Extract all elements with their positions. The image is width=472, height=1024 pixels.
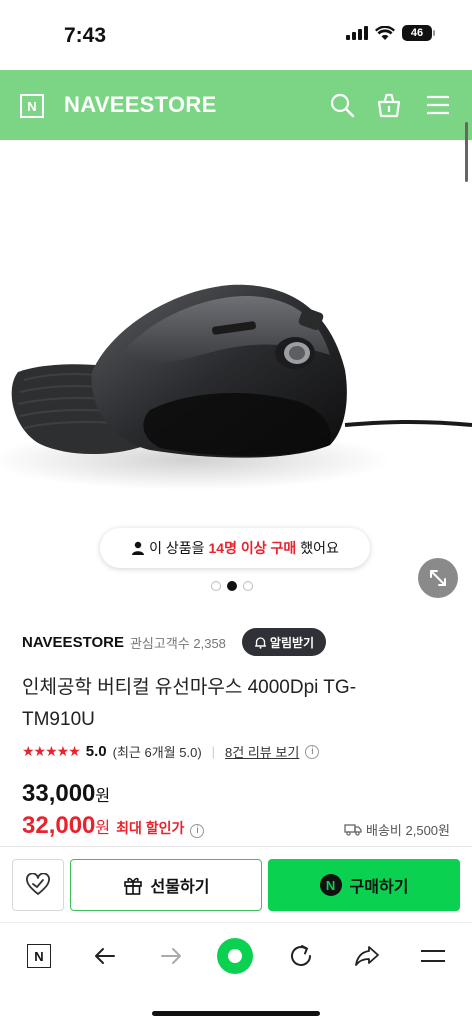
naver-logo: N [27, 944, 51, 968]
site-header: N NAVEESTORE [0, 70, 472, 140]
rating-row: ★★★★★ 5.0 (최근 6개월 5.0) | 8건 리뷰 보기 i [22, 742, 320, 761]
menu-icon[interactable] [425, 92, 451, 118]
original-price-unit: 원 [95, 788, 111, 805]
expand-image-button[interactable] [418, 558, 458, 598]
scrollbar[interactable] [465, 122, 468, 182]
store-row: NAVEESTORE 관심고객수 2,358 알림받기 [22, 628, 327, 656]
purchase-count-suffix: 했어요 [300, 540, 339, 556]
share-icon[interactable] [352, 941, 382, 971]
sale-price-value: 32,000 [22, 812, 96, 839]
purchase-count-badge: 이 상품을 14명 이상 구매 했어요 [100, 528, 370, 568]
status-time: 7:43 [64, 24, 107, 47]
shipping-fee-text: 배송비 2,500원 [366, 823, 450, 838]
carousel-dot[interactable] [243, 581, 253, 591]
green-dot-icon[interactable] [216, 937, 254, 975]
rating-score: 5.0 [85, 743, 107, 760]
divider: | [211, 744, 216, 759]
product-image-carousel[interactable]: 이 상품을 14명 이상 구매 했어요 [0, 140, 472, 610]
original-price: 33,000원 [22, 780, 110, 808]
person-icon [132, 541, 145, 555]
max-discount-label: 최대 할인가 [116, 820, 185, 836]
search-icon[interactable] [329, 92, 355, 118]
recent-rating: (최근 6개월 5.0) [112, 745, 202, 760]
store-name[interactable]: NAVEESTORE [22, 634, 124, 651]
carousel-dot[interactable] [211, 581, 221, 591]
battery-icon: 46 [402, 25, 435, 41]
back-arrow-icon[interactable] [90, 941, 120, 971]
wishlist-button[interactable] [12, 859, 64, 911]
star-rating-icon: ★★★★★ [22, 743, 81, 759]
purchase-action-bar: 선물하기 N 구매하기 [0, 846, 472, 922]
buy-button-label: 구매하기 [349, 879, 409, 896]
expand-icon [430, 570, 446, 586]
gift-icon [123, 877, 142, 895]
review-link[interactable]: 8건 리뷰 보기 [225, 742, 299, 761]
naver-home-icon[interactable]: N [24, 941, 54, 971]
status-icons: 46 [346, 25, 435, 41]
info-icon[interactable]: i [190, 823, 205, 838]
forward-arrow-icon[interactable] [156, 941, 186, 971]
carousel-dots [211, 581, 253, 591]
sale-price-unit: 원 [95, 820, 111, 837]
info-icon[interactable]: i [305, 744, 320, 759]
carousel-dot-active[interactable] [227, 581, 237, 591]
refresh-icon[interactable] [286, 941, 316, 971]
home-indicator[interactable] [152, 1011, 320, 1016]
gift-button-label: 선물하기 [150, 879, 210, 896]
signal-icon [346, 26, 368, 40]
bell-plus-icon [254, 636, 266, 649]
product-title: 인체공학 버티컬 유선마우스 4000Dpi TG-TM910U [22, 677, 357, 730]
original-price-value: 33,000 [22, 780, 96, 807]
npay-icon: N [319, 874, 342, 896]
wifi-icon [375, 25, 395, 40]
sale-price-row: 32,000원 최대 할인가 i [22, 812, 205, 840]
logo-icon[interactable]: N [20, 94, 44, 118]
status-bar: 7:43 46 [0, 0, 472, 70]
shipping-fee: 배송비 2,500원 [344, 820, 450, 839]
notification-label: 알림받기 [269, 635, 315, 650]
brand-name[interactable]: NAVEESTORE [64, 92, 217, 118]
notification-button[interactable]: 알림받기 [241, 628, 327, 656]
buy-button[interactable]: N 구매하기 [268, 859, 460, 911]
menu-lines-icon[interactable] [418, 941, 448, 971]
browser-toolbar: N [0, 922, 472, 1024]
gift-button[interactable]: 선물하기 [70, 859, 262, 911]
interest-count: 관심고객수 2,358 [129, 635, 226, 651]
shopping-bag-icon[interactable] [376, 92, 402, 118]
purchase-count-highlight: 14명 이상 구매 [208, 540, 297, 556]
purchase-count-prefix: 이 상품을 [149, 540, 205, 556]
truck-icon [344, 824, 362, 836]
heart-check-icon [26, 873, 50, 895]
